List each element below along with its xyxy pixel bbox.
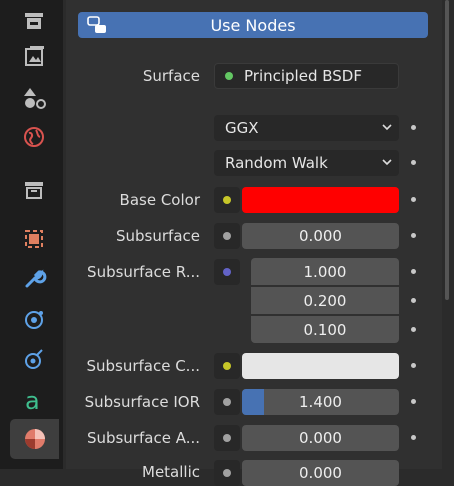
socket-button[interactable] (214, 460, 240, 486)
surface-label: Surface (142, 67, 200, 85)
use-nodes-button[interactable]: Use Nodes (78, 12, 428, 38)
world-icon (24, 127, 44, 147)
subsurface-anisotropy-field[interactable]: 0.000 (242, 425, 399, 451)
socket-button[interactable] (214, 223, 240, 249)
subsurface-radius-x[interactable]: 1.000 (251, 258, 399, 285)
keyframe-dot-icon[interactable] (411, 298, 416, 303)
keyframe-dot-icon[interactable] (411, 363, 416, 368)
view-layer-icon (24, 88, 46, 109)
chevron-down-icon (382, 159, 392, 166)
keyframe-dot-icon[interactable] (411, 160, 416, 165)
base-color-swatch[interactable] (242, 187, 399, 213)
property-label: Subsurface R... (87, 263, 200, 281)
scrollbar[interactable] (444, 0, 450, 469)
keyframe-dot-icon[interactable] (411, 125, 416, 130)
render-tab[interactable] (17, 3, 51, 37)
socket-button[interactable] (214, 389, 240, 415)
float-socket-icon (223, 469, 231, 477)
socket-button[interactable] (214, 425, 240, 451)
scene-tab[interactable] (17, 120, 51, 154)
float-socket-icon (223, 232, 231, 240)
keyframe-dot-icon[interactable] (411, 233, 416, 238)
surface-shader-value: Principled BSDF (244, 67, 362, 85)
node-tree-icon (87, 16, 106, 33)
metallic-field[interactable]: 0.000 (242, 460, 399, 486)
property-label: Base Color (119, 191, 200, 209)
scrollbar-thumb[interactable] (445, 0, 449, 300)
property-label: Metallic (142, 463, 200, 481)
particles-icon (25, 311, 43, 329)
subsurface-radius-y[interactable]: 0.200 (251, 287, 399, 314)
property-label: Subsurface (116, 227, 200, 245)
slider-fill (242, 389, 264, 415)
render-icon (25, 13, 43, 29)
surface-shader-field[interactable]: Principled BSDF (214, 63, 399, 89)
chevron-down-icon (382, 124, 392, 131)
particles-tab[interactable] (17, 302, 51, 336)
distribution-dropdown[interactable]: GGX (214, 115, 399, 141)
subsurface-method-dropdown[interactable]: Random Walk (214, 150, 399, 176)
subsurface-method-value: Random Walk (225, 154, 328, 172)
keyframe-dot-icon[interactable] (411, 197, 416, 202)
vector-socket-icon (223, 268, 231, 276)
subsurface-ior-slider[interactable]: 1.400 (242, 389, 399, 415)
socket-button[interactable] (214, 259, 240, 285)
use-nodes-label: Use Nodes (210, 15, 296, 35)
float-socket-icon (223, 398, 231, 406)
subsurface-radius-z[interactable]: 0.100 (251, 316, 399, 343)
subsurface-ior-value: 1.400 (299, 393, 342, 411)
socket-button[interactable] (214, 353, 240, 379)
float-socket-icon (223, 434, 231, 442)
keyframe-dot-icon[interactable] (411, 327, 416, 332)
keyframe-dot-icon[interactable] (411, 269, 416, 274)
keyframe-dot-icon[interactable] (411, 435, 416, 440)
color-socket-icon (223, 196, 231, 204)
keyframe-dot-icon[interactable] (411, 399, 416, 404)
shader-socket-icon (225, 72, 233, 80)
socket-button[interactable] (214, 187, 240, 213)
subsurface-color-swatch[interactable] (242, 353, 399, 379)
property-label: Subsurface IOR (84, 393, 200, 411)
property-label: Subsurface C... (86, 357, 200, 375)
distribution-value: GGX (225, 119, 259, 137)
property-label: Subsurface A... (86, 429, 200, 447)
subsurface-field[interactable]: 0.000 (242, 223, 399, 249)
color-socket-icon (223, 362, 231, 370)
